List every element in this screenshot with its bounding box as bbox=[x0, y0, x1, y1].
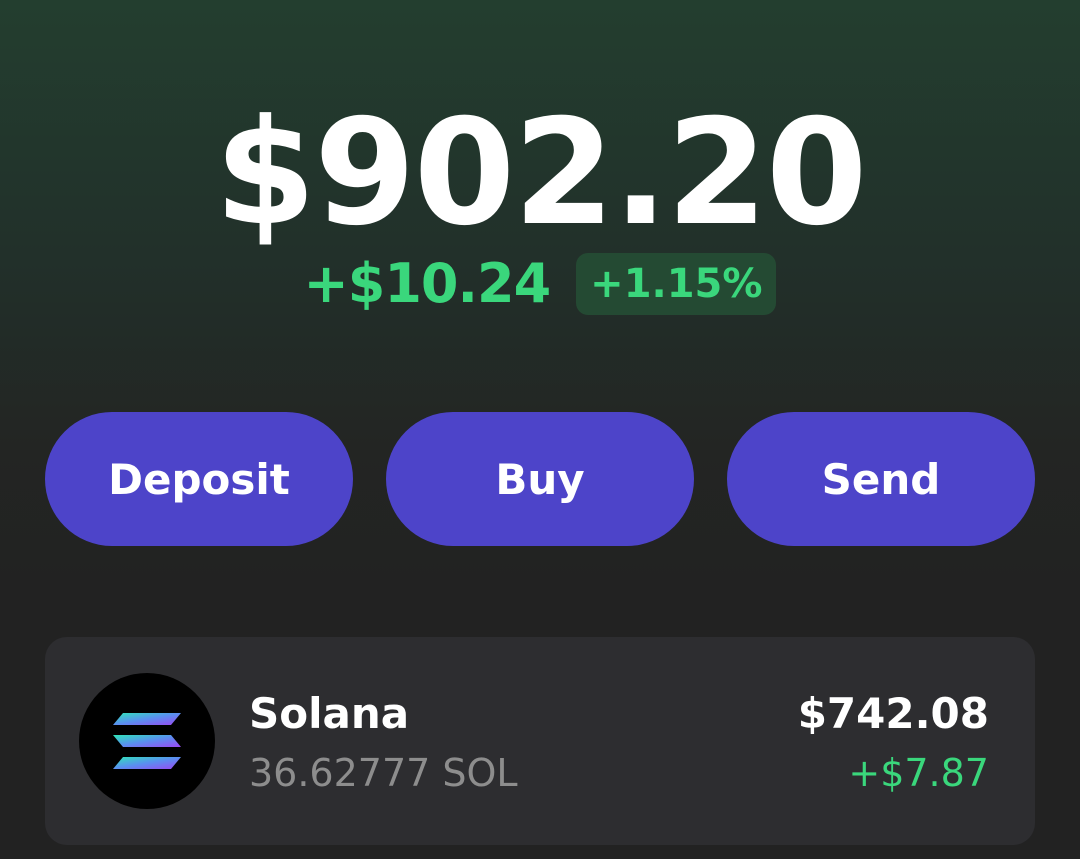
balance-section: $902.20 bbox=[0, 88, 1080, 258]
solana-logo-icon bbox=[79, 673, 215, 809]
buy-button[interactable]: Buy bbox=[386, 412, 694, 546]
balance-change-row: +$10.24 +1.15% bbox=[0, 252, 1080, 315]
token-row-solana[interactable]: Solana 36.62777 SOL $742.08 +$7.87 bbox=[45, 637, 1035, 845]
token-value: $742.08 bbox=[797, 689, 989, 738]
action-buttons: Deposit Buy Send bbox=[45, 412, 1035, 546]
token-change: +$7.87 bbox=[848, 751, 989, 795]
token-amount: 36.62777 SOL bbox=[249, 751, 518, 795]
token-name: Solana bbox=[249, 689, 410, 738]
balance-change-percent-badge: +1.15% bbox=[576, 252, 777, 315]
send-button[interactable]: Send bbox=[727, 412, 1035, 546]
total-balance: $902.20 bbox=[214, 88, 868, 258]
balance-change-amount: +$10.24 bbox=[303, 252, 552, 315]
deposit-button[interactable]: Deposit bbox=[45, 412, 353, 546]
